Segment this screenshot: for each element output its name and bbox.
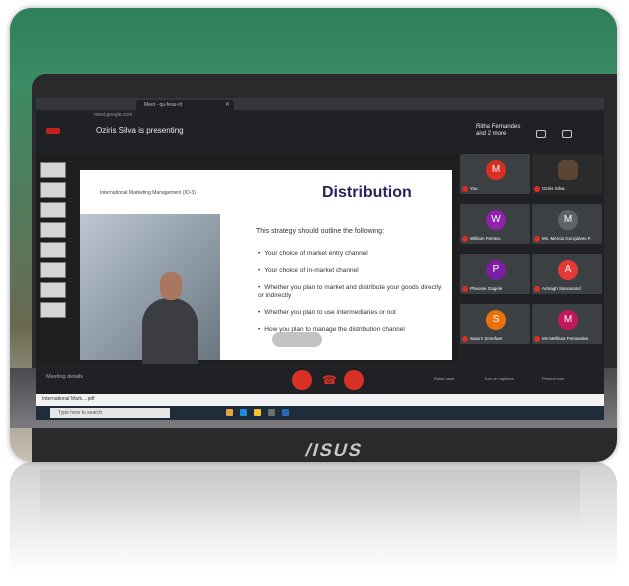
mail-icon[interactable] xyxy=(282,409,289,416)
slide-header: International Marketing Management (IO-3… xyxy=(100,190,196,196)
avatar: P xyxy=(486,260,506,280)
participant-tile[interactable]: P Pheonie Gagele xyxy=(460,254,530,294)
raise-hand-button[interactable]: Raise hand xyxy=(434,376,454,381)
avatar: S xyxy=(486,310,506,330)
slide-controls-pill[interactable] xyxy=(272,332,322,347)
present-now-button[interactable]: Present now xyxy=(542,376,564,381)
participant-name: Saturn Zenefaer xyxy=(462,336,503,342)
participants-header: Ritha Fernandes and 2 more xyxy=(476,124,520,138)
download-item[interactable]: International Mark....pdf xyxy=(42,396,95,402)
slide-thumbnail[interactable] xyxy=(40,302,66,318)
participants-header-text: Ritha Fernandes and 2 more xyxy=(476,124,521,137)
slide-bullets: Your choice of market entry channel Your… xyxy=(258,250,448,343)
mic-off-button[interactable] xyxy=(292,370,312,390)
chrome-icon[interactable] xyxy=(226,409,233,416)
slide-bullet: Your choice of in-market channel xyxy=(258,267,448,275)
avatar: M xyxy=(558,310,578,330)
participant-name: William Ferraro xyxy=(462,236,501,242)
participant-name: Pheonie Gagele xyxy=(462,286,502,292)
slide-thumbnail[interactable] xyxy=(40,242,66,258)
store-icon[interactable] xyxy=(268,409,275,416)
person-head xyxy=(160,272,182,300)
avatar: M xyxy=(486,160,506,180)
participant-tile[interactable]: S Saturn Zenefaer xyxy=(460,304,530,344)
laptop-logo: /ISUS xyxy=(303,440,366,460)
windows-taskbar: Type here to search xyxy=(36,406,604,420)
participant-tile[interactable]: M Ms Mellissa Fernandes xyxy=(532,304,602,344)
participant-tile[interactable]: W William Ferraro xyxy=(460,204,530,244)
chat-icon[interactable] xyxy=(562,130,572,138)
slide-photo xyxy=(80,214,220,404)
avatar: A xyxy=(558,260,578,280)
participant-tile[interactable]: M You xyxy=(460,154,530,194)
meeting-controls-bar: Meeting details ☎ Raise hand Turn on cap… xyxy=(36,364,604,394)
participant-grid: M You Oziris Silva W William Ferraro M M… xyxy=(460,154,604,366)
meeting-details-button[interactable]: Meeting details xyxy=(46,374,83,380)
edge-icon[interactable] xyxy=(240,409,247,416)
recording-icon xyxy=(46,128,60,134)
slide-thumbnail[interactable] xyxy=(40,222,66,238)
leave-call-button[interactable]: ☎ xyxy=(318,370,338,390)
slide-bullet: Whether you plan to use intermediaries o… xyxy=(258,309,448,317)
avatar: W xyxy=(486,210,506,230)
taskbar-search[interactable]: Type here to search xyxy=(50,408,170,418)
camera-off-button[interactable] xyxy=(344,370,364,390)
slide-thumbnail[interactable] xyxy=(40,162,66,178)
participant-name: Armagh Sarvanand xyxy=(534,286,581,292)
reflection-screen xyxy=(40,470,580,530)
slide-bullet: Your choice of market entry channel xyxy=(258,250,448,258)
avatar xyxy=(558,160,578,180)
participant-name: Ms. Mercia Gonçalves F. xyxy=(534,236,591,242)
participant-tile[interactable]: A Armagh Sarvanand xyxy=(532,254,602,294)
captions-button[interactable]: Turn on captions xyxy=(484,376,514,381)
laptop-screen: Meet - qu-feas-rit ✕ meet.google.com Ozi… xyxy=(36,98,604,420)
presenting-text: Oziris Silva is presenting xyxy=(96,126,184,135)
participant-tile[interactable]: M Ms. Mercia Gonçalves F. xyxy=(532,204,602,244)
close-icon[interactable]: ✕ xyxy=(225,100,230,110)
browser-tabbar: Meet - qu-feas-rit ✕ xyxy=(36,98,604,110)
slide-thumbnails[interactable] xyxy=(36,158,70,358)
download-bar: International Mark....pdf xyxy=(36,394,604,406)
participant-name: Ms Mellissa Fernandes xyxy=(534,336,588,342)
slide-thumbnail[interactable] xyxy=(40,202,66,218)
avatar: M xyxy=(558,210,578,230)
slide-thumbnail[interactable] xyxy=(40,262,66,278)
people-icon[interactable] xyxy=(536,130,546,138)
participant-tile[interactable]: Oziris Silva xyxy=(532,154,602,194)
slide-title: Distribution xyxy=(322,184,412,201)
participant-name: Oziris Silva xyxy=(534,186,565,192)
participant-name: You xyxy=(462,186,478,192)
reflection xyxy=(10,462,617,586)
browser-tab[interactable]: Meet - qu-feas-rit ✕ xyxy=(136,100,234,110)
slide-bullet: Whether you plan to market and distribut… xyxy=(258,284,448,300)
slide-intro: This strategy should outline the followi… xyxy=(256,228,385,235)
tab-title: Meet - qu-feas-rit xyxy=(144,102,183,108)
address-bar[interactable]: meet.google.com xyxy=(36,110,604,121)
hangup-icon: ☎ xyxy=(322,373,337,387)
slide-thumbnail[interactable] xyxy=(40,282,66,298)
presentation-slide: International Marketing Management (IO-3… xyxy=(80,170,452,404)
slide-thumbnail[interactable] xyxy=(40,182,66,198)
folder-icon[interactable] xyxy=(254,409,261,416)
